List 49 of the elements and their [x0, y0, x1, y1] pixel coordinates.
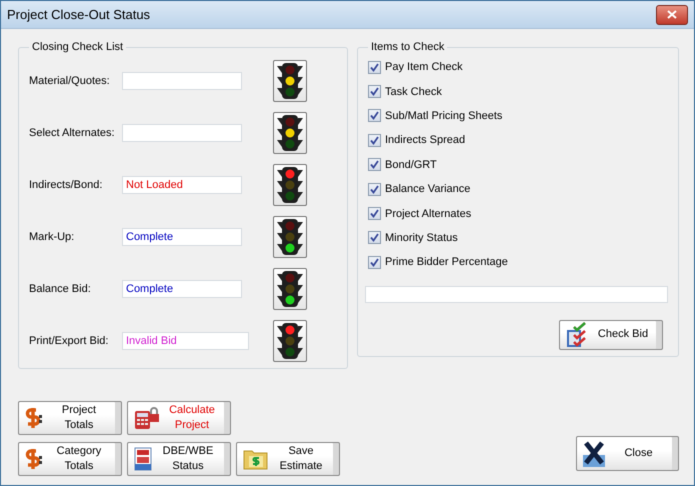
checkbox-label[interactable]: Sub/Matl Pricing Sheets: [385, 110, 502, 122]
checkbox-label[interactable]: Task Check: [385, 86, 442, 98]
checkbox[interactable]: [368, 85, 381, 98]
dollar-sign-icon: [25, 407, 43, 429]
checkbox-label[interactable]: Balance Variance: [385, 183, 470, 196]
checkbox[interactable]: [368, 182, 381, 196]
field-label: Select Alternates:: [29, 127, 116, 139]
field-label: Print/Export Bid:: [29, 335, 110, 347]
field-label: Mark-Up:: [29, 231, 76, 243]
status-field[interactable]: [122, 72, 242, 90]
dollar-sign-icon: [25, 448, 43, 470]
checkbox-label[interactable]: Pay Item Check: [385, 61, 463, 74]
status-field[interactable]: Complete: [122, 280, 242, 298]
field-label: Balance Bid:: [29, 283, 92, 295]
checkbox[interactable]: [368, 60, 381, 74]
checkbox-label[interactable]: Project Alternates: [385, 208, 472, 220]
checkbox-label[interactable]: Prime Bidder Percentage: [385, 256, 508, 268]
window-title: Project Close-Out Status: [7, 7, 150, 22]
group-title: Items to Check: [370, 41, 446, 53]
checkbox-label[interactable]: Minority Status: [385, 232, 458, 244]
status-field[interactable]: [122, 124, 242, 142]
checkbox[interactable]: [368, 109, 381, 122]
field-label: Material/Quotes:: [29, 75, 111, 87]
status-field[interactable]: Invalid Bid: [122, 332, 249, 350]
report-icon: [134, 447, 152, 471]
check-bid-button[interactable]: Check Bid: [559, 320, 663, 350]
checkbox[interactable]: [368, 256, 381, 269]
group-title: Closing Check List: [31, 41, 124, 53]
toolbar-button[interactable]: Save Estimate: [236, 442, 340, 476]
close-button[interactable]: Close: [576, 436, 679, 471]
toolbar-button[interactable]: Calculate Project: [127, 401, 231, 435]
calculator-lock-icon: [134, 406, 160, 430]
status-field[interactable]: Complete: [122, 228, 242, 246]
status-field[interactable]: Not Loaded: [122, 176, 242, 194]
checkbox[interactable]: [368, 231, 381, 244]
checkbox[interactable]: [368, 207, 381, 220]
checkbox-label[interactable]: Bond/GRT: [385, 158, 437, 171]
toolbar-button[interactable]: Category Totals: [18, 442, 122, 476]
checkbox[interactable]: [368, 158, 381, 172]
close-window-button[interactable]: [656, 4, 688, 24]
toolbar-button[interactable]: DBE/WBE Status: [127, 442, 231, 476]
checkbox-label[interactable]: Indirects Spread: [385, 134, 466, 146]
result-field[interactable]: [365, 286, 668, 303]
close-icon: [667, 10, 677, 19]
toolbar-button[interactable]: Project Totals: [18, 401, 122, 435]
folder-dollar-icon: [243, 448, 269, 470]
checkbox[interactable]: [368, 134, 381, 147]
close-x-icon: [583, 440, 605, 466]
field-label: Indirects/Bond:: [29, 179, 104, 191]
